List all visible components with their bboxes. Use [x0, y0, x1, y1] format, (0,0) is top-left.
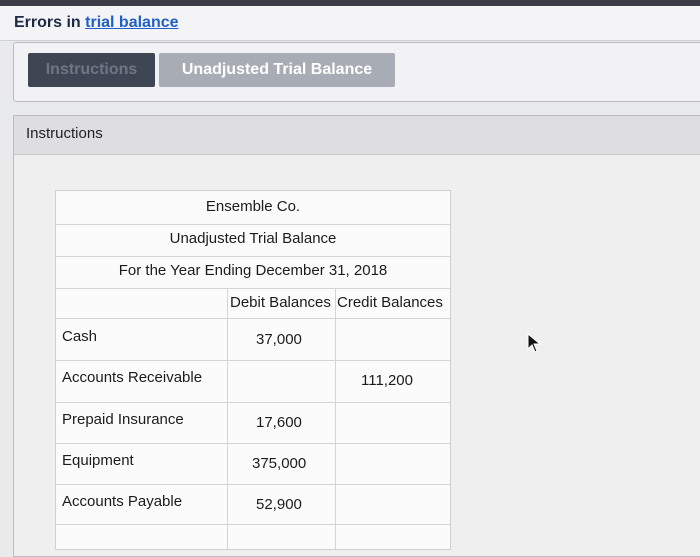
table-row: Prepaid Insurance 17,600	[56, 402, 450, 444]
credit-column-header: Credit Balances	[337, 294, 443, 311]
mouse-pointer-icon	[527, 333, 541, 353]
debit-amount: 37,000	[256, 331, 302, 348]
column-divider	[227, 288, 228, 549]
content-header: Instructions	[14, 116, 700, 155]
debit-amount: 375,000	[252, 455, 307, 472]
trial-balance-table: Ensemble Co. Unadjusted Trial Balance Fo…	[55, 190, 451, 550]
account-name: Cash	[62, 328, 98, 345]
trial-balance-link[interactable]: trial balance	[85, 14, 178, 31]
tab-unadjusted-trial-balance[interactable]: Unadjusted Trial Balance	[159, 53, 395, 87]
account-name: Accounts Payable	[62, 493, 183, 510]
credit-amount: 111,200	[361, 372, 413, 389]
company-name-row: Ensemble Co.	[56, 191, 450, 225]
page-title-prefix: Errors in	[14, 14, 86, 31]
account-name: Accounts Receivable	[62, 369, 203, 386]
debit-column-header: Debit Balances	[230, 294, 331, 311]
report-title: Unadjusted Trial Balance	[169, 230, 337, 247]
content-header-label: Instructions	[26, 125, 103, 142]
account-name: Prepaid Insurance	[62, 411, 184, 428]
table-row: Accounts Payable 52,900	[56, 484, 450, 525]
table-row: Accounts Receivable 111,200	[56, 360, 450, 403]
report-title-row: Unadjusted Trial Balance	[56, 224, 450, 257]
page-title: Errors in trial balance	[14, 14, 179, 32]
table-row: Cash 37,000	[56, 318, 450, 361]
report-period-row: For the Year Ending December 31, 2018	[56, 256, 450, 289]
table-row: Equipment 375,000	[56, 443, 450, 485]
column-divider	[335, 288, 336, 549]
page-header: Errors in trial balance	[0, 6, 700, 41]
tabs-panel: Instructions Unadjusted Trial Balance	[13, 42, 700, 102]
debit-amount: 52,900	[256, 496, 302, 513]
report-period: For the Year Ending December 31, 2018	[118, 262, 388, 279]
company-name: Ensemble Co.	[205, 198, 301, 215]
column-header-row: Debit Balances Credit Balances	[56, 288, 450, 319]
tab-instructions[interactable]: Instructions	[28, 53, 155, 87]
account-name: Equipment	[62, 452, 134, 469]
debit-amount: 17,600	[256, 414, 302, 431]
